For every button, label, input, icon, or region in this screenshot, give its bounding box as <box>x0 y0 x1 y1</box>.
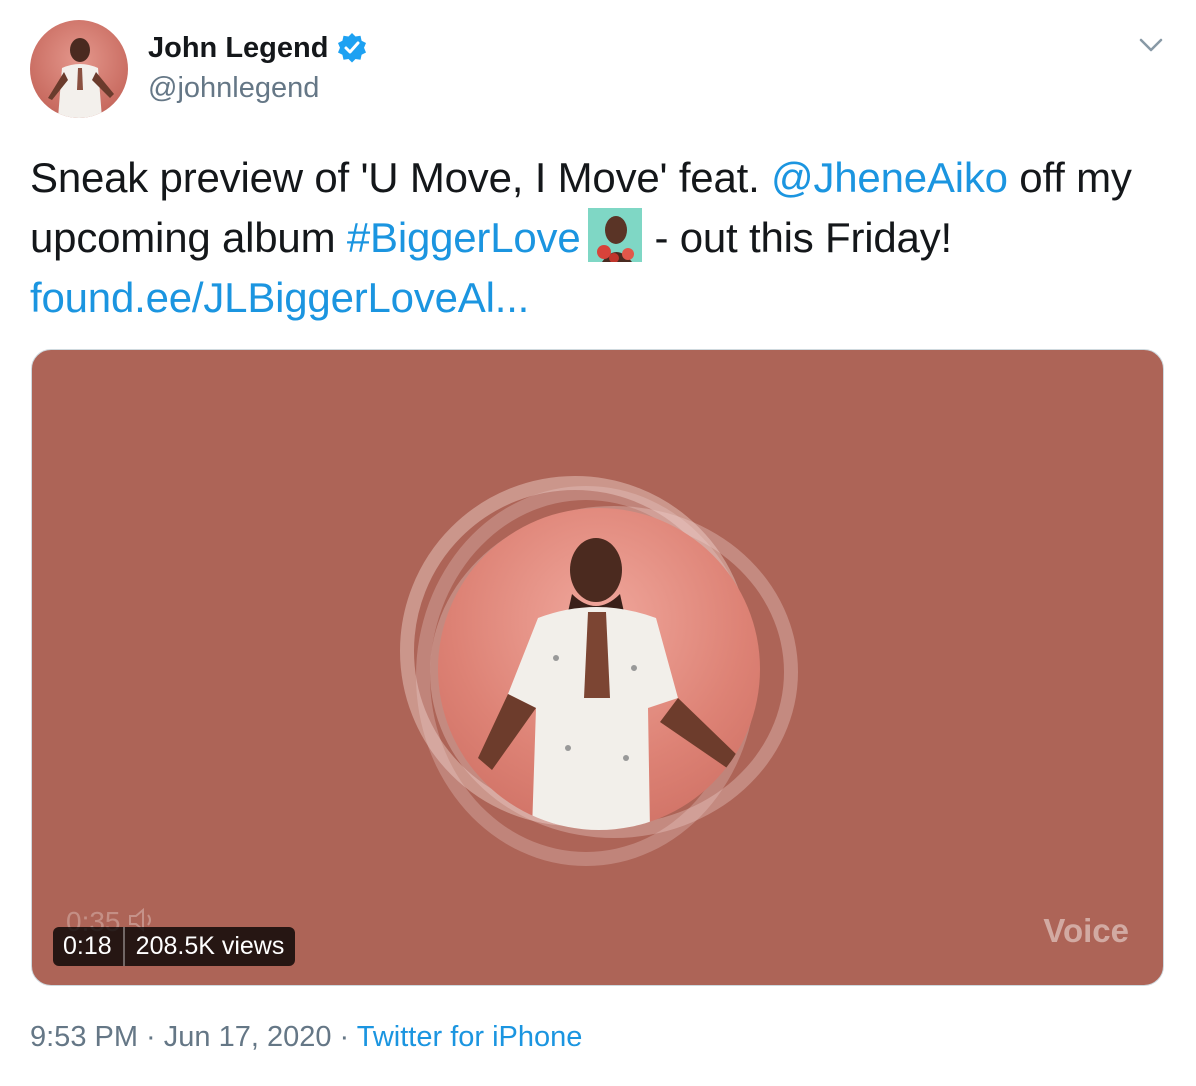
hashtag-link[interactable]: #BiggerLove <box>347 214 581 261</box>
tweet-date[interactable]: Jun 17, 2020 <box>164 1021 332 1053</box>
avatar[interactable] <box>30 20 128 118</box>
tweet-meta: 9:53 PM · Jun 17, 2020 · Twitter for iPh… <box>30 1018 582 1056</box>
tweet: John Legend @johnlegend Sneak preview of… <box>0 0 1196 1086</box>
external-link[interactable]: found.ee/JLBiggerLoveAl... <box>30 274 529 321</box>
video-player[interactable]: 0:35 0:18 208.5K views Voice <box>31 349 1164 986</box>
video-info-badge: 0:18 208.5K views <box>53 927 296 966</box>
tweet-text-part3: - out this Friday! <box>654 214 952 261</box>
voice-watermark: Voice <box>1043 912 1129 949</box>
mention-link[interactable]: @JheneAiko <box>771 154 1008 201</box>
avatar-figure <box>48 38 114 118</box>
video-elapsed-time: 0:18 <box>63 932 112 960</box>
verified-badge-icon <box>336 32 368 64</box>
chevron-down-icon[interactable] <box>1136 30 1166 60</box>
album-emoji-icon <box>588 208 643 262</box>
artist-photo <box>438 508 760 830</box>
meta-separator: · <box>331 1021 357 1053</box>
tweet-source-link[interactable]: Twitter for iPhone <box>357 1021 583 1053</box>
tweet-time[interactable]: 9:53 PM <box>30 1021 138 1053</box>
author-name-row: John Legend <box>148 30 368 66</box>
author-handle[interactable]: @johnlegend <box>148 70 319 106</box>
meta-separator: · <box>138 1021 164 1053</box>
display-name[interactable]: John Legend <box>148 30 328 66</box>
view-count: 208.5K views <box>135 932 285 960</box>
tweet-text: Sneak preview of 'U Move, I Move' feat. … <box>30 148 1170 328</box>
tweet-text-part1: Sneak preview of 'U Move, I Move' feat. <box>30 154 772 201</box>
